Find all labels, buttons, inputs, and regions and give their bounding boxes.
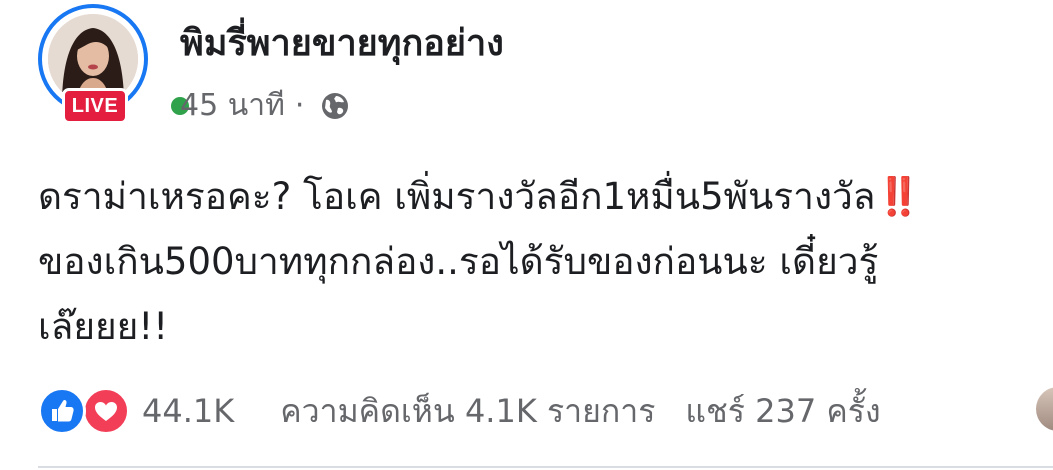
shares-count[interactable]: แชร์ 237 ครั้ง <box>685 386 880 437</box>
like-icon <box>38 387 86 435</box>
footer-divider <box>38 466 1053 468</box>
post-time[interactable]: 45 นาที <box>180 82 285 129</box>
page-name[interactable]: พิมรี่พายขายทุกอย่าง <box>180 14 504 71</box>
love-icon <box>82 387 130 435</box>
comments-count[interactable]: ความคิดเห็น 4.1K รายการ <box>280 386 655 437</box>
post-text-line3: เล๊ยยย!! <box>38 305 169 348</box>
post-text-line2: ของเกิน500บาททุกกล่อง..รอได้รับของก่อนนะ… <box>38 240 879 283</box>
globe-icon[interactable] <box>320 91 350 121</box>
profile-avatar[interactable]: LIVE <box>38 4 192 124</box>
post-text-line: ดราม่าเหรอคะ? โอเค เพิ่มรางวัลอีก1หมื่น5… <box>38 164 1028 229</box>
post-meta: 45 นาที · <box>180 82 350 129</box>
double-exclamation-emoji: ‼️ <box>875 175 923 218</box>
reaction-icons[interactable] <box>38 387 134 435</box>
reaction-count[interactable]: 44.1K <box>142 392 234 430</box>
post-footer: 44.1K ความคิดเห็น 4.1K รายการ แชร์ 237 ค… <box>38 386 1053 436</box>
facebook-post: LIVE พิมรี่พายขายทุกอย่าง 45 นาที · ดราม… <box>0 0 1053 470</box>
meta-separator: · <box>294 88 305 123</box>
post-text-line1: ดราม่าเหรอคะ? โอเค เพิ่มรางวัลอีก1หมื่น5… <box>38 175 876 218</box>
live-badge: LIVE <box>62 88 128 124</box>
post-message: ดราม่าเหรอคะ? โอเค เพิ่มรางวัลอีก1หมื่น5… <box>38 164 1028 359</box>
